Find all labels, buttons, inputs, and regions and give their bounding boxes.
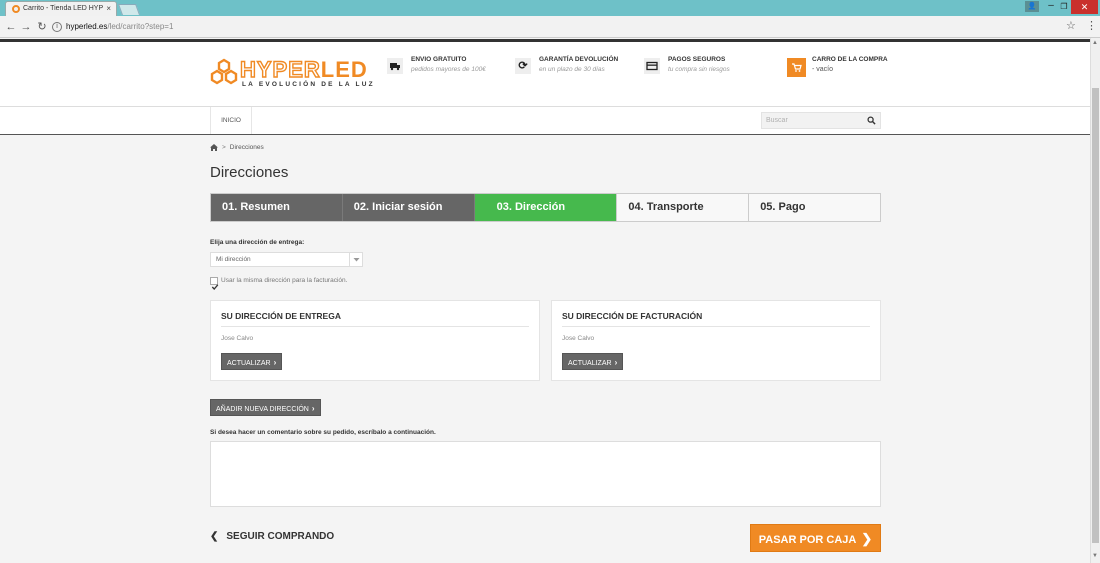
order-comment-label: Si desea hacer un comentario sobre su pe… [210, 429, 436, 436]
chevron-right-icon: › [614, 358, 618, 367]
refresh-icon: ⟳ [515, 58, 531, 74]
delivery-address-select[interactable]: Mi dirección [210, 252, 363, 267]
back-icon[interactable]: ← [5, 20, 17, 34]
site-header: HYPERLED LA EVOLUCIÓN DE LA LUZ ENVIO GR… [0, 42, 1090, 106]
scroll-down-icon[interactable]: ▼ [1092, 553, 1098, 559]
step-transporte: 04. Transporte [616, 194, 749, 221]
feature-subtitle: tu compra sin riesgos [668, 66, 730, 73]
scroll-up-icon[interactable]: ▲ [1092, 40, 1098, 46]
address-bar: ← → ↻ i hyperled.es/led/carrito?step=1 ☆ … [0, 16, 1100, 38]
chevron-right-icon: › [273, 358, 277, 367]
search-input[interactable] [766, 114, 856, 127]
billing-address-title: SU DIRECCIÓN DE FACTURACIÓN [562, 311, 703, 321]
browser-menu-icon[interactable]: ⋮ [1086, 19, 1097, 32]
checkout-button[interactable]: PASAR POR CAJA ❯ [750, 524, 881, 552]
feature-subtitle: pedidos mayores de 100€ [411, 66, 486, 73]
step-direccion: 03. Dirección [474, 194, 617, 221]
credit-card-icon [644, 58, 660, 74]
browser-tab[interactable]: Carrito - Tienda LED HYP × [5, 1, 117, 16]
page-scrollbar[interactable]: ▲ ▼ [1090, 38, 1100, 563]
browser-tab-bar: Carrito - Tienda LED HYP × 👤 – ❐ ✕ [0, 0, 1100, 16]
favicon-icon [12, 5, 20, 13]
reload-icon[interactable]: ↻ [36, 20, 48, 34]
url-field[interactable]: i hyperled.es/led/carrito?step=1 [52, 19, 1082, 34]
order-comment-textarea[interactable] [210, 441, 881, 507]
breadcrumb-separator: > [222, 144, 226, 152]
search-box [761, 112, 881, 129]
tab-close-icon[interactable]: × [106, 2, 111, 16]
choose-address-label: Elija una dirección de entrega: [210, 239, 305, 246]
home-icon[interactable] [210, 144, 218, 151]
same-billing-label: Usar la misma dirección para la facturac… [221, 277, 348, 284]
step-iniciar-sesion[interactable]: 02. Iniciar sesión [342, 194, 475, 221]
page-title: Direcciones [210, 164, 289, 181]
add-new-address-button[interactable]: AÑADIR NUEVA DIRECCIÓN › [210, 399, 321, 416]
cart-status: - vacío [812, 66, 834, 73]
delivery-address-name: Jose Calvo [221, 335, 254, 342]
feature-title: ENVIO GRATUITO [411, 56, 467, 63]
breadcrumb: > Direcciones [210, 144, 264, 151]
chevron-left-icon: ❮ [210, 531, 219, 542]
chevron-right-icon: ❯ [861, 531, 873, 546]
url-host: hyperled.es [66, 22, 108, 31]
menu-item-inicio[interactable]: INICIO [210, 107, 252, 134]
same-billing-checkbox[interactable] [210, 277, 219, 290]
search-icon[interactable] [867, 116, 876, 125]
step-resumen[interactable]: 01. Resumen [211, 194, 343, 221]
update-delivery-button[interactable]: ACTUALIZAR › [221, 353, 283, 370]
scroll-thumb[interactable] [1092, 88, 1099, 543]
continue-shopping-link[interactable]: ❮ SEGUIR COMPRANDO [210, 531, 334, 542]
url-path: /led/carrito?step=1 [107, 22, 174, 31]
selected-address: Mi dirección [216, 256, 251, 263]
billing-address-name: Jose Calvo [562, 335, 595, 342]
breadcrumb-current: Direcciones [229, 144, 264, 152]
update-billing-button[interactable]: ACTUALIZAR › [562, 353, 624, 370]
delivery-address-card: SU DIRECCIÓN DE ENTREGA Jose Calvo ACTUA… [210, 300, 540, 381]
step-pago: 05. Pago [748, 194, 880, 221]
checkmark-icon [211, 284, 219, 290]
chevron-down-icon[interactable] [349, 253, 362, 266]
truck-icon [387, 58, 403, 74]
cart-icon[interactable] [787, 58, 806, 77]
window-close-icon[interactable]: ✕ [1071, 0, 1098, 14]
tab-title: Carrito - Tienda LED HYP [23, 5, 104, 12]
hyperled-logo[interactable]: HYPERLED LA EVOLUCIÓN DE LA LUZ [210, 57, 373, 90]
forward-icon[interactable]: → [20, 20, 32, 34]
profile-icon[interactable]: 👤 [1025, 1, 1039, 12]
card-divider [221, 326, 529, 327]
logo-wordmark: HYPERLED [239, 57, 368, 82]
feature-title: PAGOS SEGUROS [668, 56, 726, 63]
billing-address-card: SU DIRECCIÓN DE FACTURACIÓN Jose Calvo A… [551, 300, 881, 381]
main-menu: INICIO [0, 106, 1090, 135]
card-divider [562, 326, 870, 327]
chevron-right-icon: › [311, 404, 315, 413]
site-info-icon[interactable]: i [52, 21, 62, 32]
minimize-icon[interactable]: – [1045, 0, 1057, 14]
logo-tagline: LA EVOLUCIÓN DE LA LUZ [242, 81, 375, 88]
bookmark-star-icon[interactable]: ☆ [1066, 19, 1076, 32]
new-tab-button[interactable] [117, 4, 141, 15]
checkout-steps: 01. Resumen 02. Iniciar sesión 03. Direc… [210, 193, 881, 222]
cart-title[interactable]: CARRO DE LA COMPRA [812, 56, 888, 63]
logo-hexagon-icon [210, 58, 238, 85]
feature-subtitle: en un plazo de 30 días [539, 66, 605, 73]
feature-title: GARANTÍA DEVOLUCIÓN [539, 56, 619, 63]
delivery-address-title: SU DIRECCIÓN DE ENTREGA [221, 311, 341, 321]
restore-icon[interactable]: ❐ [1058, 0, 1070, 14]
